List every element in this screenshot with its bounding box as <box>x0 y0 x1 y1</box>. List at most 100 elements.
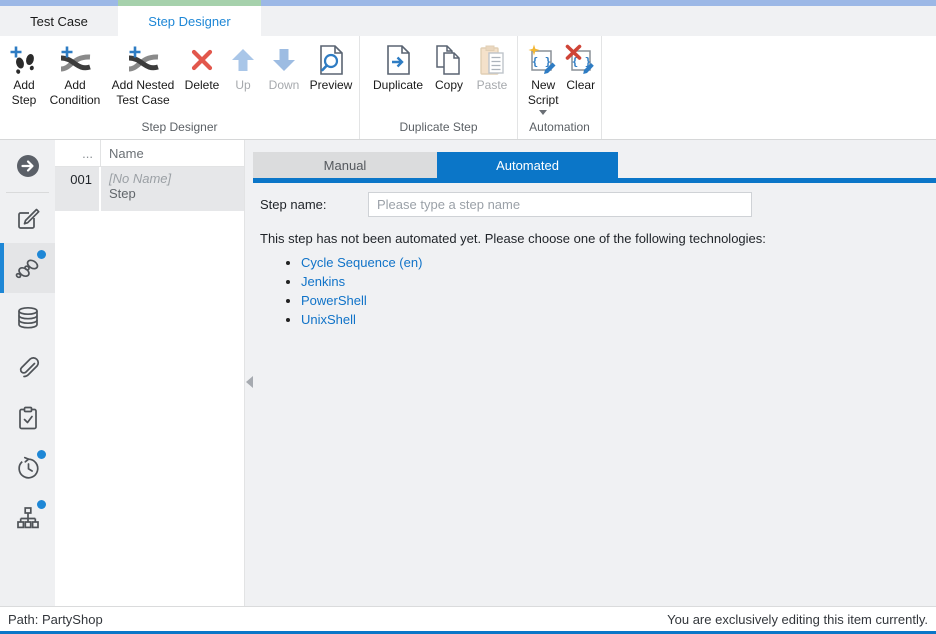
add-step-button[interactable]: AddStep <box>4 40 44 120</box>
sidebar-item-navigate[interactable] <box>0 140 55 192</box>
button-label: Condition <box>50 93 101 108</box>
notification-dot <box>37 250 46 259</box>
automation-info-text: This step has not been automated yet. Pl… <box>253 231 936 246</box>
app-window: Test Case Step Designer <box>0 0 936 634</box>
ribbon-group-step-designer: AddStep AddCondition <box>0 36 360 139</box>
step-mode-tabs: Manual Automated <box>253 152 936 178</box>
sidebar-item-edit[interactable] <box>0 193 55 243</box>
button-label: Duplicate <box>373 78 423 93</box>
button-label: Down <box>269 78 300 93</box>
technology-list-item: PowerShell <box>301 293 936 308</box>
hierarchy-icon <box>15 505 41 531</box>
ribbon-filler <box>602 36 936 139</box>
ribbon-group-automation: { } NewScript { } <box>518 36 602 139</box>
step-list-panel: ... Name 001 [No Name] Step <box>55 140 245 606</box>
technology-list-item: Jenkins <box>301 274 936 289</box>
technology-link-cycle-sequence[interactable]: Cycle Sequence (en) <box>301 255 422 270</box>
tab-step-designer[interactable]: Step Designer <box>118 6 261 36</box>
nav-arrow-circle-icon <box>15 153 41 179</box>
ribbon-group-label: Duplicate Step <box>360 120 517 139</box>
active-tab-underline <box>253 178 936 183</box>
delete-button[interactable]: Delete <box>180 40 224 120</box>
button-label: Add <box>12 78 37 93</box>
new-script-icon: { } <box>527 42 559 78</box>
add-condition-button[interactable]: AddCondition <box>44 40 106 120</box>
delete-icon <box>188 42 216 78</box>
button-label: Copy <box>435 78 463 93</box>
sidebar-item-hierarchy[interactable] <box>0 493 55 543</box>
collapse-panel-handle[interactable] <box>246 376 253 388</box>
button-label: Add <box>50 78 101 93</box>
status-bar: Path: PartyShop You are exclusively edit… <box>0 606 936 631</box>
ribbon-toolbar: AddStep AddCondition <box>0 36 936 140</box>
down-button: Down <box>262 40 306 120</box>
sidebar-item-checklist[interactable] <box>0 393 55 443</box>
button-label: Delete <box>185 78 220 93</box>
step-list-header: ... Name <box>55 140 244 167</box>
button-label: New <box>528 78 559 93</box>
window-top-strip <box>0 0 936 6</box>
sidebar-item-data[interactable] <box>0 293 55 343</box>
duplicate-button[interactable]: Duplicate <box>368 40 428 120</box>
notification-dot <box>37 450 46 459</box>
step-name-value: [No Name] <box>109 171 236 186</box>
technology-list-item: Cycle Sequence (en) <box>301 255 936 270</box>
ribbon-group-label: Step Designer <box>0 120 359 139</box>
new-script-dropdown-caret[interactable] <box>539 110 547 115</box>
add-nested-test-case-icon <box>126 42 160 78</box>
preview-icon <box>316 42 346 78</box>
technology-link-jenkins[interactable]: Jenkins <box>301 274 345 289</box>
edit-icon <box>15 205 41 231</box>
sidebar-item-attachments[interactable] <box>0 343 55 393</box>
tab-automated[interactable]: Automated <box>437 152 618 178</box>
add-step-icon <box>8 42 40 78</box>
copy-icon <box>434 42 464 78</box>
editing-status-message: You are exclusively editing this item cu… <box>667 612 928 627</box>
checklist-icon <box>15 405 41 431</box>
clear-script-icon: { } <box>565 42 597 78</box>
svg-text:{ }: { } <box>532 55 552 68</box>
step-type: Step <box>109 186 236 201</box>
button-label: Clear <box>566 78 595 93</box>
paste-icon <box>477 42 507 78</box>
add-condition-icon <box>58 42 92 78</box>
step-row[interactable]: 001 [No Name] Step <box>55 167 244 211</box>
button-label: Step <box>12 93 37 108</box>
path-label: Path: PartyShop <box>8 612 103 627</box>
up-button: Up <box>224 40 262 120</box>
notification-dot <box>37 500 46 509</box>
history-icon <box>15 455 41 481</box>
up-arrow-icon <box>229 42 257 78</box>
sidebar-item-steps[interactable] <box>0 243 55 293</box>
clear-script-button[interactable]: { } Clear <box>562 40 599 120</box>
tab-manual[interactable]: Manual <box>253 152 437 178</box>
button-label: Paste <box>477 78 508 93</box>
steps-icon <box>14 254 42 282</box>
sidebar-item-history[interactable] <box>0 443 55 493</box>
active-tab-color-strip <box>118 0 261 6</box>
button-label: Preview <box>310 78 353 93</box>
button-label: Script <box>528 93 559 108</box>
preview-button[interactable]: Preview <box>306 40 356 120</box>
tab-test-case[interactable]: Test Case <box>0 6 118 36</box>
technology-link-list: Cycle Sequence (en) Jenkins PowerShell U… <box>253 255 936 327</box>
attachment-icon <box>15 355 41 381</box>
button-label: Add Nested <box>112 78 175 93</box>
ribbon-group-duplicate-step: Duplicate Copy <box>360 36 518 139</box>
step-name-input[interactable] <box>368 192 752 217</box>
step-name-row: Step name: <box>253 192 936 217</box>
left-icon-sidebar <box>0 140 55 606</box>
technology-list-item: UnixShell <box>301 312 936 327</box>
paste-button: Paste <box>470 40 514 120</box>
add-nested-test-case-button[interactable]: Add NestedTest Case <box>106 40 180 120</box>
technology-link-powershell[interactable]: PowerShell <box>301 293 367 308</box>
button-label: Up <box>235 78 250 93</box>
new-script-button[interactable]: { } NewScript <box>524 40 562 120</box>
down-arrow-icon <box>270 42 298 78</box>
ribbon-group-label: Automation <box>518 120 601 139</box>
technology-link-unixshell[interactable]: UnixShell <box>301 312 356 327</box>
column-header-name[interactable]: Name <box>101 146 144 161</box>
button-label: Test Case <box>112 93 175 108</box>
copy-button[interactable]: Copy <box>428 40 470 120</box>
step-name-label: Step name: <box>253 197 368 212</box>
